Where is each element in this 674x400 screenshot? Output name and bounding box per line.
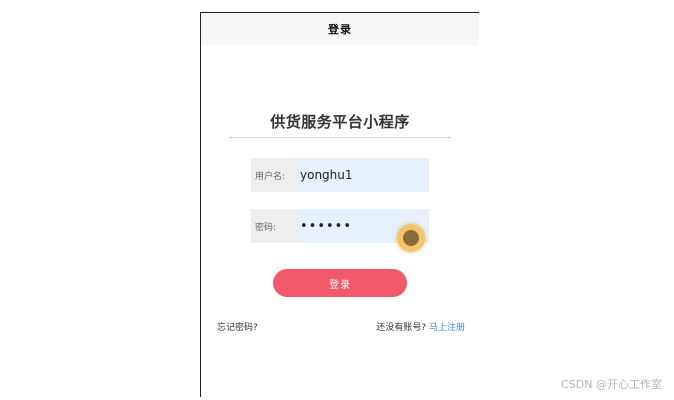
touch-pointer-icon <box>397 224 425 252</box>
navigation-bar: 登录 <box>201 13 479 45</box>
csdn-watermark: CSDN @开心工作室 <box>561 378 662 391</box>
register-row: 还没有账号? 马上注册 <box>376 320 465 333</box>
password-label: 密码: <box>251 209 299 243</box>
register-link[interactable]: 马上注册 <box>429 323 465 333</box>
nav-title: 登录 <box>328 23 352 36</box>
username-input[interactable]: yonghu1 <box>299 158 429 192</box>
title-divider <box>229 137 451 138</box>
forgot-password-link[interactable]: 忘记密码? <box>217 320 258 333</box>
no-account-text: 还没有账号? <box>376 323 427 333</box>
username-field[interactable]: 用户名: yonghu1 <box>251 158 429 192</box>
screenshot-canvas: 登录 供货服务平台小程序 用户名: yonghu1 密码: •••••• 登录 … <box>0 0 674 400</box>
mini-program-screen: 登录 供货服务平台小程序 用户名: yonghu1 密码: •••••• 登录 … <box>200 12 479 397</box>
username-label: 用户名: <box>251 158 299 192</box>
app-title: 供货服务平台小程序 <box>270 113 410 131</box>
login-button[interactable]: 登录 <box>273 269 407 297</box>
